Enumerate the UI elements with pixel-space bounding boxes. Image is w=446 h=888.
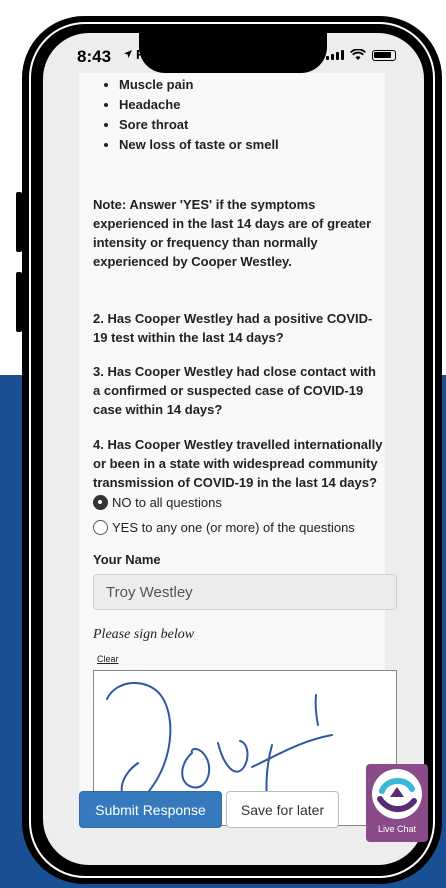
list-item: Muscle pain <box>119 75 279 95</box>
status-time: 8:43 <box>77 47 112 66</box>
clear-signature-link[interactable]: Clear <box>97 654 119 664</box>
radio-yes[interactable] <box>93 520 108 535</box>
name-label: Your Name <box>93 552 161 567</box>
radio-no-row[interactable]: NO to all questions <box>93 495 222 510</box>
name-input[interactable] <box>93 574 397 610</box>
live-chat-widget[interactable]: Live Chat <box>366 764 428 842</box>
list-item: New loss of taste or smell <box>119 135 279 155</box>
symptom-list: Muscle pain Headache Sore throat New los… <box>79 75 279 155</box>
live-chat-label: Live Chat <box>377 824 417 834</box>
question-2: 2. Has Cooper Westley had a positive COV… <box>93 311 373 345</box>
radio-no-label: NO to all questions <box>112 495 222 510</box>
radio-yes-label: YES to any one (or more) of the question… <box>112 520 355 535</box>
battery-icon <box>372 49 396 61</box>
question-4: 4. Has Cooper Westley travelled internat… <box>93 437 383 490</box>
signal-icon <box>326 50 344 60</box>
submit-response-button[interactable]: Submit Response <box>79 791 222 828</box>
phone-screen: 8:43 F Muscle pain Headache Sore throat … <box>43 33 424 865</box>
radio-no[interactable] <box>93 495 108 510</box>
location-arrow-icon <box>123 48 133 62</box>
question-3: 3. Has Cooper Westley had close contact … <box>93 364 376 417</box>
list-item: Sore throat <box>119 115 279 135</box>
live-chat-logo-icon <box>372 769 422 819</box>
save-for-later-button[interactable]: Save for later <box>226 791 339 828</box>
phone-notch <box>139 33 327 73</box>
signature-prompt: Please sign below <box>93 627 195 642</box>
status-icons <box>326 49 396 61</box>
note-text: Note: Answer 'YES' if the symptoms exper… <box>93 197 372 269</box>
form-content: Muscle pain Headache Sore throat New los… <box>79 73 397 826</box>
wifi-icon <box>350 49 366 60</box>
radio-yes-row[interactable]: YES to any one (or more) of the question… <box>93 520 355 535</box>
list-item: Headache <box>119 95 279 115</box>
